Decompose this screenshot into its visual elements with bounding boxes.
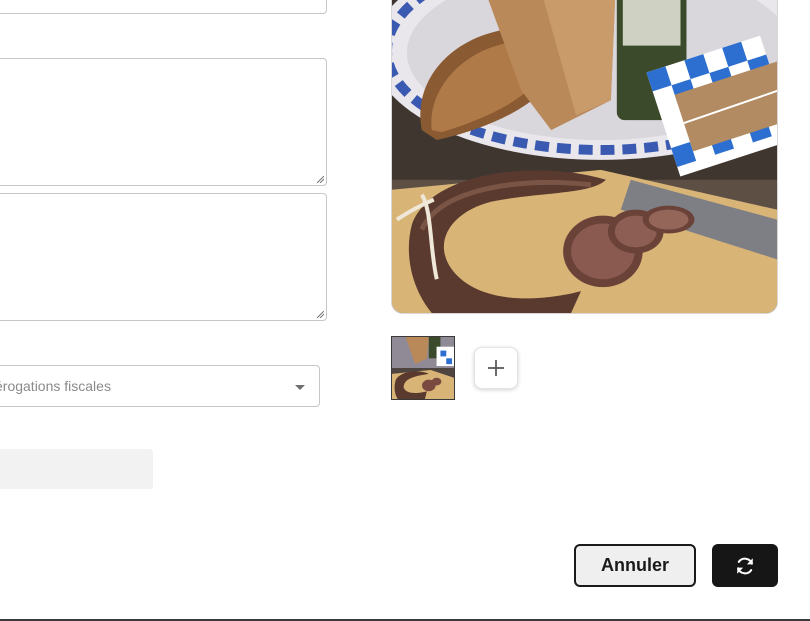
plus-icon xyxy=(488,360,504,376)
photo-thumbnail[interactable] xyxy=(391,336,455,400)
description-textarea[interactable] xyxy=(0,58,327,186)
refresh-button[interactable] xyxy=(712,544,778,587)
product-photo xyxy=(391,0,778,314)
text-input[interactable] xyxy=(0,0,327,14)
disabled-input xyxy=(0,449,153,489)
tax-select[interactable]: érogations fiscales xyxy=(0,365,320,407)
resize-handle-icon[interactable] xyxy=(317,311,324,318)
add-photo-button[interactable] xyxy=(474,347,518,389)
select-value: érogations fiscales xyxy=(0,378,111,394)
chevron-down-icon xyxy=(295,385,305,390)
cancel-button[interactable]: Annuler xyxy=(574,544,696,587)
resize-handle-icon[interactable] xyxy=(317,176,324,183)
secondary-textarea[interactable] xyxy=(0,193,327,321)
refresh-icon xyxy=(737,557,753,574)
